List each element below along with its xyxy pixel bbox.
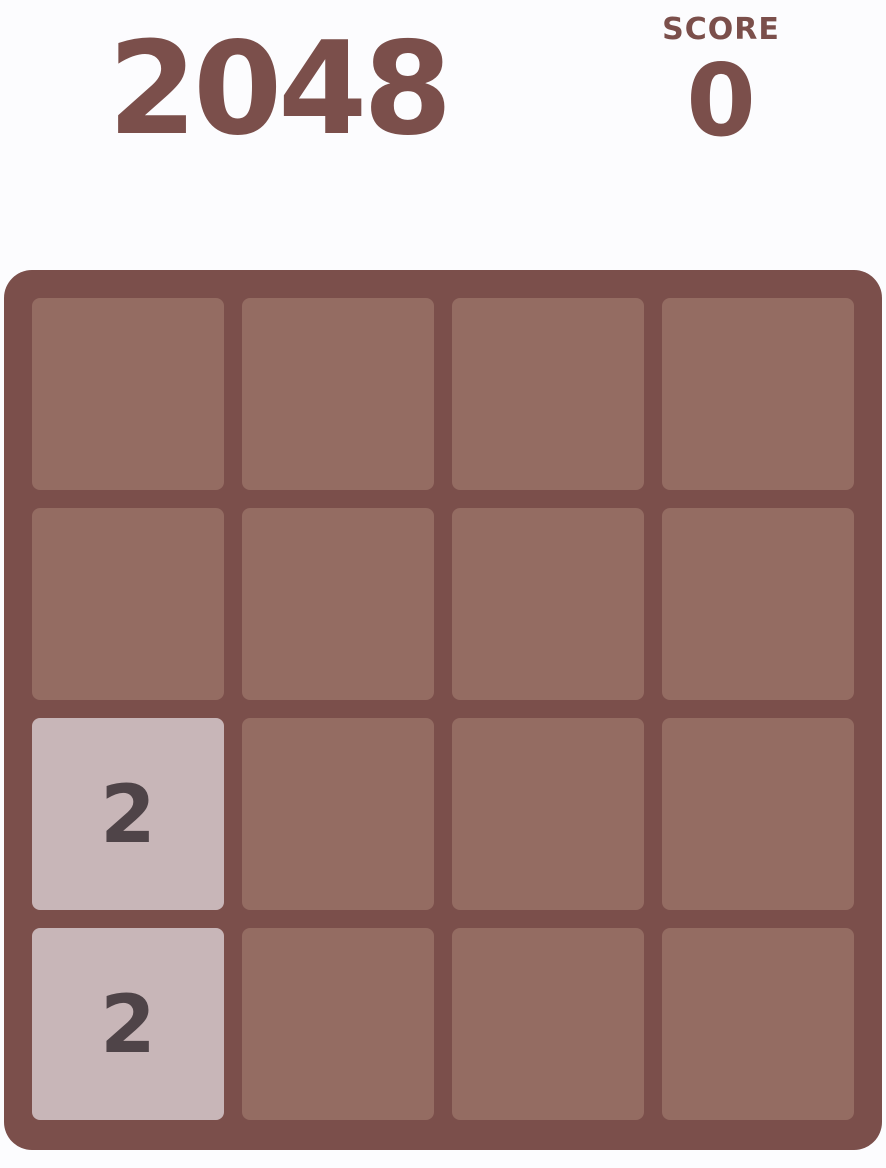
tile-r4-c3 bbox=[452, 928, 644, 1120]
tile-r1-c3 bbox=[452, 298, 644, 490]
game-board[interactable]: 2 2 bbox=[4, 270, 882, 1150]
tile-r1-c2 bbox=[242, 298, 434, 490]
tile-r1-c1 bbox=[32, 298, 224, 490]
tile-r3-c2 bbox=[242, 718, 434, 910]
score-value: 0 bbox=[686, 42, 756, 159]
score-box: SCORE 0 bbox=[640, 10, 802, 156]
tile-r4-c1: 2 bbox=[32, 928, 224, 1120]
tile-r1-c4 bbox=[662, 298, 854, 490]
tile-r4-c2 bbox=[242, 928, 434, 1120]
tile-r2-c1 bbox=[32, 508, 224, 700]
tile-r2-c2 bbox=[242, 508, 434, 700]
tile-r2-c3 bbox=[452, 508, 644, 700]
tile-r3-c4 bbox=[662, 718, 854, 910]
tile-r3-c1: 2 bbox=[32, 718, 224, 910]
game-title: 2048 bbox=[108, 15, 452, 164]
tile-r3-c3 bbox=[452, 718, 644, 910]
tile-r2-c4 bbox=[662, 508, 854, 700]
tile-r4-c4 bbox=[662, 928, 854, 1120]
